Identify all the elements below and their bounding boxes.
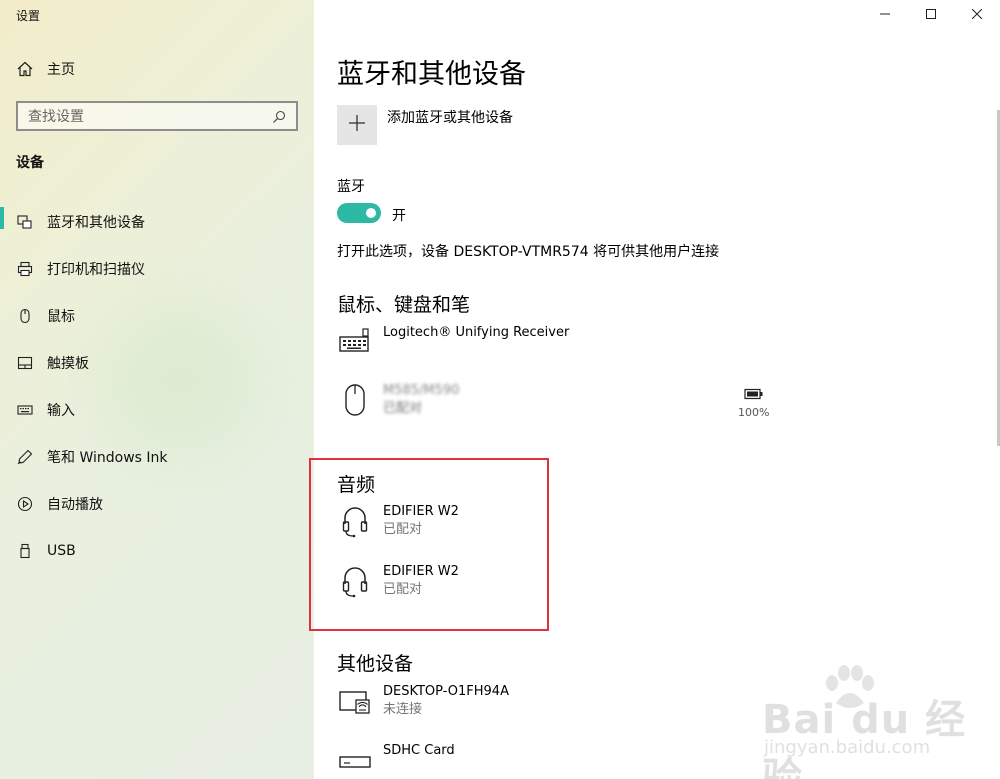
section-heading-other: 其他设备 [337, 653, 414, 675]
baidu-watermark: Bai du 经验 jingyan.baidu.com [762, 665, 992, 779]
mouse-icon [17, 308, 33, 324]
device-name: DESKTOP-O1FH94A [383, 684, 509, 699]
app-title: 设置 [16, 9, 41, 23]
device-status: 已配对 [383, 522, 423, 537]
printer-icon [17, 261, 33, 277]
device-name: SDHC Card [383, 743, 455, 758]
device-name: M585/M590 [383, 383, 460, 398]
device-item[interactable]: EDIFIER W2 已配对 [337, 503, 459, 539]
search-placeholder: 查找设置 [28, 109, 84, 125]
device-item[interactable]: EDIFIER W2 已配对 [337, 563, 459, 599]
sidebar-item-label: 笔和 Windows Ink [47, 449, 168, 466]
sidebar-item-label: 输入 [47, 402, 75, 419]
sidebar-home[interactable]: 主页 [16, 58, 75, 80]
plus-icon [348, 114, 366, 136]
device-status: 已配对 [383, 401, 423, 416]
bluetooth-toggle-state: 开 [392, 208, 406, 224]
sidebar-item-label: 自动播放 [47, 496, 103, 513]
keyboard-icon [337, 324, 373, 360]
device-status: 已配对 [383, 582, 423, 597]
touchpad-icon [17, 355, 33, 371]
sidebar-item-label: 打印机和扫描仪 [47, 261, 145, 278]
watermark-url: jingyan.baidu.com [764, 737, 931, 758]
sidebar-item-printers[interactable]: 打印机和扫描仪 [0, 245, 314, 292]
add-device-button[interactable] [337, 105, 377, 145]
headset-icon [337, 503, 373, 539]
device-item[interactable]: DESKTOP-O1FH94A 未连接 [337, 683, 509, 719]
device-item[interactable]: Logitech® Unifying Receiver [337, 324, 569, 360]
bluetooth-label: 蓝牙 [337, 179, 365, 195]
sidebar-item-autoplay[interactable]: 自动播放 [0, 480, 314, 527]
device-name: EDIFIER W2 [383, 504, 459, 519]
display-wireless-icon [337, 683, 373, 719]
sidebar-item-bluetooth[interactable]: 蓝牙和其他设备 [0, 198, 314, 245]
sidebar-item-pen[interactable]: 笔和 Windows Ink [0, 433, 314, 480]
sd-card-icon [337, 742, 373, 778]
sidebar-item-typing[interactable]: 输入 [0, 386, 314, 433]
home-icon [16, 60, 34, 78]
sidebar-nav: 蓝牙和其他设备 打印机和扫描仪 鼠标 触摸板 输入 笔和 Windows Ink… [0, 198, 314, 574]
mouse-icon [337, 382, 373, 418]
close-icon[interactable] [954, 0, 1000, 28]
main-panel: 蓝牙和其他设备 添加蓝牙或其他设备 蓝牙 开 打开此选项，设备 DESKTOP-… [309, 0, 1000, 779]
battery-icon [744, 385, 764, 404]
device-item[interactable]: M585/M590 已配对 [337, 382, 459, 418]
sidebar-item-mouse[interactable]: 鼠标 [0, 292, 314, 339]
minimize-icon[interactable] [862, 0, 908, 28]
section-heading-audio: 音频 [337, 474, 376, 496]
maximize-icon[interactable] [908, 0, 954, 28]
add-device-label[interactable]: 添加蓝牙或其他设备 [387, 107, 513, 127]
sidebar-section-label: 设备 [16, 155, 44, 171]
battery-indicator: 100% [738, 385, 769, 419]
device-name: Logitech® Unifying Receiver [383, 325, 570, 340]
search-input[interactable]: 查找设置 [16, 101, 298, 131]
bluetooth-toggle[interactable] [337, 203, 381, 223]
device-item[interactable]: SDHC Card [337, 742, 455, 778]
section-heading-input: 鼠标、键盘和笔 [337, 294, 471, 316]
bluetooth-devices-icon [17, 214, 33, 230]
sidebar-item-label: 触摸板 [47, 355, 89, 372]
sidebar-item-label: USB [47, 542, 76, 559]
sidebar: 设置 主页 查找设置 设备 蓝牙和其他设备 打印机和扫描仪 鼠标 触摸板 输入 … [0, 0, 314, 779]
page-title: 蓝牙和其他设备 [337, 59, 526, 90]
device-status: 未连接 [383, 702, 423, 717]
window-controls [862, 0, 1000, 28]
search-icon[interactable] [272, 109, 286, 123]
pen-icon [17, 449, 33, 465]
headset-icon [337, 563, 373, 599]
usb-icon [17, 543, 33, 559]
autoplay-icon [17, 496, 33, 512]
sidebar-item-usb[interactable]: USB [0, 527, 314, 574]
watermark-main-text: Bai du 经验 [762, 697, 967, 779]
device-name: EDIFIER W2 [383, 564, 459, 579]
keyboard-icon [17, 402, 33, 418]
home-label: 主页 [47, 62, 75, 78]
bluetooth-description: 打开此选项，设备 DESKTOP-VTMR574 将可供其他用户连接 [337, 244, 720, 260]
sidebar-item-label: 鼠标 [47, 308, 75, 325]
battery-percentage: 100% [738, 406, 770, 419]
sidebar-item-label: 蓝牙和其他设备 [47, 214, 145, 231]
sidebar-item-touchpad[interactable]: 触摸板 [0, 339, 314, 386]
